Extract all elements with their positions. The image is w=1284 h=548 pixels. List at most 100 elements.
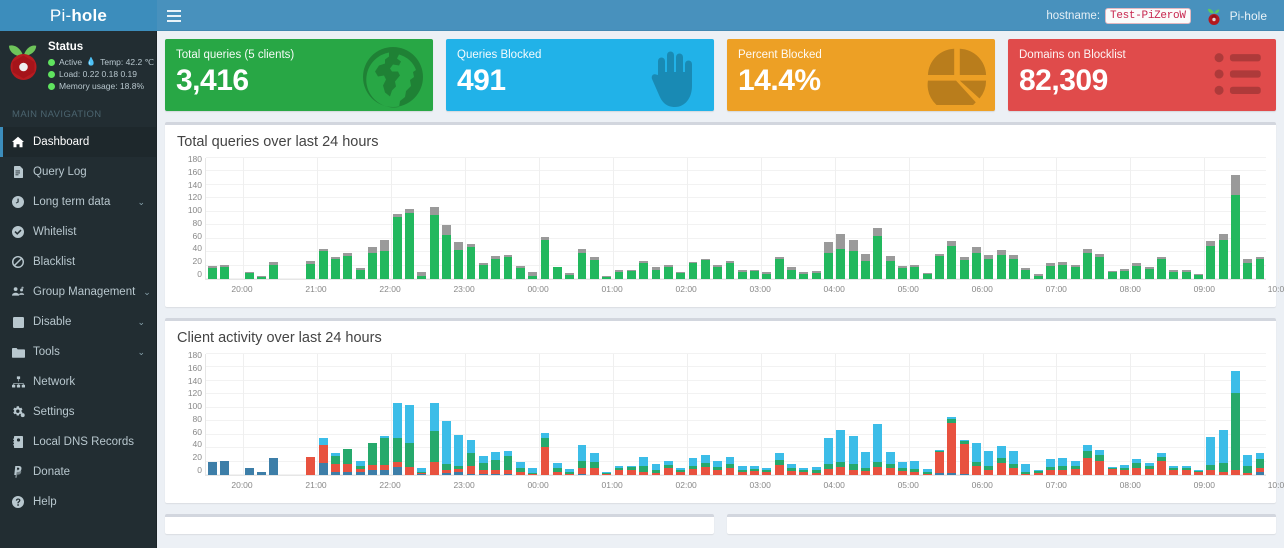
bar-slot[interactable] bbox=[798, 158, 810, 279]
bar-slot[interactable] bbox=[379, 354, 391, 475]
bar-slot[interactable] bbox=[1254, 158, 1266, 279]
stacked-bar[interactable] bbox=[700, 258, 710, 279]
stacked-bar[interactable] bbox=[1095, 253, 1105, 279]
stacked-bar[interactable] bbox=[1206, 437, 1216, 475]
bar-slot[interactable] bbox=[1192, 354, 1204, 475]
bar-slot[interactable] bbox=[785, 354, 797, 475]
bar-slot[interactable] bbox=[1044, 354, 1056, 475]
bar-slot[interactable] bbox=[1020, 158, 1032, 279]
bar-slot[interactable] bbox=[527, 158, 539, 279]
bar-slot[interactable] bbox=[909, 158, 921, 279]
bar-slot[interactable] bbox=[305, 158, 317, 279]
bar-slot[interactable] bbox=[761, 158, 773, 279]
stacked-bar[interactable] bbox=[1206, 241, 1216, 279]
bar-slot[interactable] bbox=[539, 354, 551, 475]
stacked-bar[interactable] bbox=[380, 239, 390, 279]
bar-slot[interactable] bbox=[391, 354, 403, 475]
stacked-bar[interactable] bbox=[528, 272, 538, 279]
bar-slot[interactable] bbox=[699, 354, 711, 475]
stacked-bar[interactable] bbox=[1132, 262, 1142, 279]
stacked-bar[interactable] bbox=[331, 452, 340, 475]
stacked-bar[interactable] bbox=[478, 262, 488, 279]
bar-slot[interactable] bbox=[946, 354, 958, 475]
bar-slot[interactable] bbox=[453, 158, 465, 279]
stacked-bar[interactable] bbox=[861, 451, 870, 475]
bar-slot[interactable] bbox=[490, 158, 502, 279]
stacked-bar[interactable] bbox=[220, 264, 229, 279]
stacked-bar[interactable] bbox=[552, 462, 562, 475]
stacked-bar[interactable] bbox=[626, 269, 636, 279]
stacked-bar[interactable] bbox=[1095, 449, 1105, 475]
bar-slot[interactable] bbox=[576, 354, 588, 475]
stacked-bar[interactable] bbox=[478, 456, 488, 475]
bar-slot[interactable] bbox=[884, 354, 896, 475]
stacked-bar[interactable] bbox=[996, 249, 1006, 279]
stacked-bar[interactable] bbox=[515, 462, 525, 475]
stacked-bar[interactable] bbox=[441, 224, 451, 279]
bar-slot[interactable] bbox=[379, 158, 391, 279]
stacked-bar[interactable] bbox=[1058, 458, 1068, 475]
bar-slot[interactable] bbox=[588, 354, 600, 475]
stacked-bar[interactable] bbox=[848, 239, 858, 279]
stacked-bar[interactable] bbox=[540, 433, 550, 475]
bar-slot[interactable] bbox=[527, 354, 539, 475]
stat-box-percent-blocked[interactable]: Percent Blocked 14.4% bbox=[727, 39, 995, 111]
stacked-bar[interactable] bbox=[207, 266, 217, 279]
stacked-bar[interactable] bbox=[811, 466, 821, 475]
bar-slot[interactable] bbox=[1069, 354, 1081, 475]
stacked-bar[interactable] bbox=[861, 253, 870, 279]
stacked-bar[interactable] bbox=[244, 467, 254, 475]
bar-slot[interactable] bbox=[440, 354, 452, 475]
stacked-bar[interactable] bbox=[1193, 273, 1203, 279]
bar-slot[interactable] bbox=[785, 158, 797, 279]
bar-slot[interactable] bbox=[859, 354, 871, 475]
bar-slot[interactable] bbox=[687, 354, 699, 475]
bar-slot[interactable] bbox=[366, 354, 378, 475]
bar-slot[interactable] bbox=[1180, 158, 1192, 279]
bar-slot[interactable] bbox=[1229, 158, 1241, 279]
bar-slot[interactable] bbox=[440, 158, 452, 279]
bar-slot[interactable] bbox=[983, 158, 995, 279]
stacked-bar[interactable] bbox=[318, 248, 328, 279]
stacked-bar[interactable] bbox=[1033, 470, 1043, 475]
bar-slot[interactable] bbox=[268, 354, 280, 475]
bar-slot[interactable] bbox=[1205, 158, 1217, 279]
stacked-bar[interactable] bbox=[787, 267, 797, 279]
bar-slot[interactable] bbox=[329, 354, 341, 475]
bar-slot[interactable] bbox=[1205, 354, 1217, 475]
stacked-bar[interactable] bbox=[466, 439, 476, 475]
bar-slot[interactable] bbox=[798, 354, 810, 475]
stacked-bar[interactable] bbox=[651, 267, 661, 279]
stacked-bar[interactable] bbox=[1009, 255, 1018, 279]
stacked-bar[interactable] bbox=[663, 460, 673, 475]
stacked-bar[interactable] bbox=[503, 254, 513, 279]
sidebar-item-group-management[interactable]: Group Management ⌄ bbox=[0, 277, 156, 307]
bar-slot[interactable] bbox=[736, 158, 748, 279]
bar-slot[interactable] bbox=[711, 354, 723, 475]
bar-slot[interactable] bbox=[1143, 158, 1155, 279]
bar-slot[interactable] bbox=[662, 354, 674, 475]
bar-slot[interactable] bbox=[1057, 158, 1069, 279]
bar-slot[interactable] bbox=[1118, 158, 1130, 279]
stacked-bar[interactable] bbox=[688, 458, 698, 475]
stacked-bar[interactable] bbox=[688, 262, 698, 279]
bar-slot[interactable] bbox=[206, 158, 218, 279]
stacked-bar[interactable] bbox=[1058, 262, 1068, 279]
bar-slot[interactable] bbox=[1168, 158, 1180, 279]
bar-slot[interactable] bbox=[477, 158, 489, 279]
bar-slot[interactable] bbox=[391, 158, 403, 279]
stacked-bar[interactable] bbox=[355, 268, 365, 279]
bar-slot[interactable] bbox=[1180, 354, 1192, 475]
stacked-bar[interactable] bbox=[577, 445, 587, 475]
bar-slot[interactable] bbox=[317, 158, 329, 279]
bar-slot[interactable] bbox=[921, 354, 933, 475]
bar-slot[interactable] bbox=[970, 354, 982, 475]
stacked-bar[interactable] bbox=[528, 468, 538, 475]
sidebar-item-long-term-data[interactable]: Long term data ⌄ bbox=[0, 187, 156, 217]
bar-slot[interactable] bbox=[748, 158, 760, 279]
bar-slot[interactable] bbox=[748, 354, 760, 475]
stacked-bar[interactable] bbox=[540, 237, 550, 279]
stacked-bar[interactable] bbox=[1230, 175, 1240, 279]
bar-slot[interactable] bbox=[1131, 354, 1143, 475]
stacked-bar[interactable] bbox=[898, 266, 907, 279]
